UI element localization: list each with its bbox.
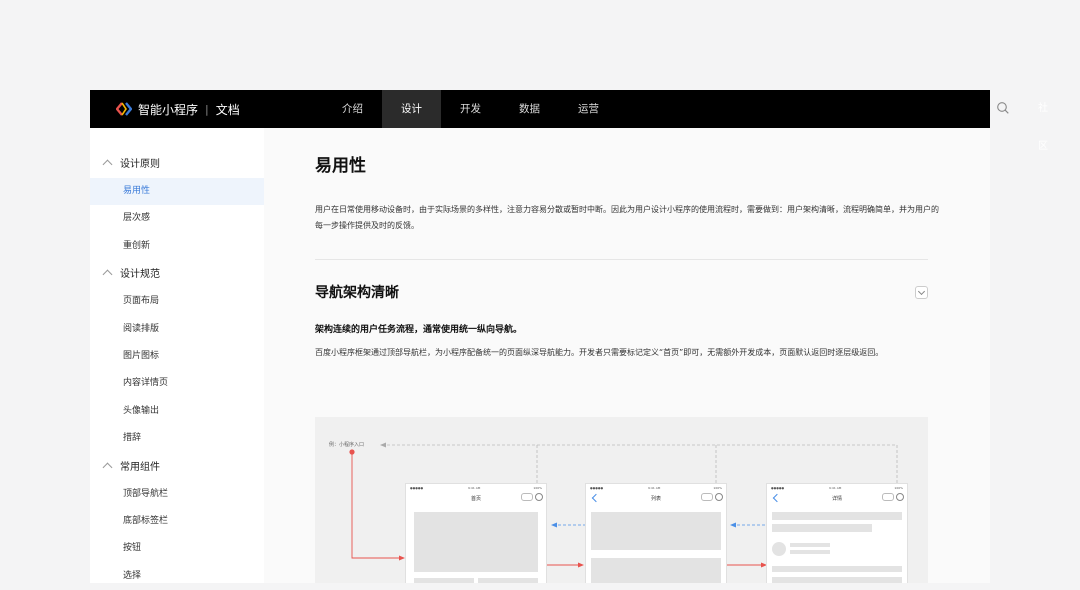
- sidebar-item-innovation[interactable]: 重创新: [90, 233, 264, 260]
- community-link[interactable]: 社区: [1038, 90, 1048, 166]
- main-nav: 介绍 设计 开发 数据 运营: [323, 90, 618, 128]
- section-description: 百度小程序框架通过顶部导航栏，为小程序配备统一的页面纵深导航能力。开发者只需要标…: [315, 348, 884, 357]
- search-icon[interactable]: [996, 101, 1010, 115]
- phone-mockup-detail: ●●●●● 9:41 AM 100% 详情: [766, 483, 908, 583]
- nav-item-data[interactable]: 数据: [500, 90, 559, 128]
- nav-item-develop[interactable]: 开发: [441, 90, 500, 128]
- phone-status-bar: ●●●●● 9:41 AM 100%: [590, 486, 722, 490]
- phone-mockup-list: ●●●●● 9:41 AM 100% 列表: [585, 483, 727, 583]
- sidebar-group-label: 设计规范: [120, 269, 160, 281]
- phone-time: 9:41 AM: [648, 486, 661, 490]
- section-subheading: 架构连续的用户任务流程，通常使用统一纵向导航。: [315, 325, 523, 335]
- close-icon: [896, 493, 904, 501]
- sidebar-group-components[interactable]: 常用组件: [90, 454, 264, 481]
- sidebar-item-wording[interactable]: 措辞: [90, 425, 264, 452]
- chevron-up-icon: [102, 159, 113, 170]
- sidebar-group-label: 设计原则: [120, 159, 160, 170]
- brand-logo[interactable]: 智能小程序 | 文档: [116, 101, 326, 118]
- more-icon: [521, 493, 533, 501]
- brand-separator: |: [205, 102, 209, 116]
- brand-logo-icon: [116, 102, 132, 116]
- sidebar-item-tab-bar[interactable]: 底部标签栏: [90, 508, 264, 535]
- sidebar-item-select[interactable]: 选择: [90, 563, 264, 590]
- phone-battery: 100%: [533, 486, 542, 490]
- close-icon: [535, 493, 543, 501]
- sidebar-item-button[interactable]: 按钮: [90, 535, 264, 562]
- sidebar-group-label: 常用组件: [120, 461, 160, 473]
- sidebar-item-usability[interactable]: 易用性: [90, 178, 264, 206]
- nav-item-operation[interactable]: 运营: [559, 90, 618, 128]
- more-icon: [882, 493, 894, 501]
- navigation-diagram: 例：小程序入口 ●●●●● 9:41 AM 100% 首页 ●●●●● 9:41…: [315, 417, 928, 583]
- nav-item-intro[interactable]: 介绍: [323, 90, 382, 128]
- sidebar-group-specs[interactable]: 设计规范: [90, 261, 264, 288]
- section-title: 导航架构清晰: [315, 285, 399, 301]
- sidebar-group-principles[interactable]: 设计原则: [90, 151, 264, 178]
- intro-paragraph: 用户在日常使用移动设备时，由于实际场景的多样性，注意力容易分散或暂时中断。因此为…: [315, 205, 939, 230]
- brand-name: 智能小程序: [138, 102, 199, 117]
- sidebar-item-hierarchy[interactable]: 层次感: [90, 205, 264, 232]
- chevron-up-icon: [102, 462, 113, 472]
- phone-time: 9:41 AM: [468, 486, 481, 490]
- sidebar-item-typography[interactable]: 阅读排版: [90, 316, 264, 343]
- divider: [315, 259, 928, 260]
- main-content: 易用性 用户在日常使用移动设备时，由于实际场景的多样性，注意力容易分散或暂时中断…: [264, 128, 990, 583]
- page-title: 易用性: [315, 156, 366, 176]
- sidebar-item-avatar[interactable]: 头像输出: [90, 398, 264, 425]
- more-icon: [701, 493, 713, 501]
- phone-mockup-home: ●●●●● 9:41 AM 100% 首页: [405, 483, 547, 583]
- sidebar-item-top-nav[interactable]: 顶部导航栏: [90, 481, 264, 508]
- close-icon: [715, 493, 723, 501]
- phone-time: 9:41 AM: [829, 486, 842, 490]
- sidebar-item-icons[interactable]: 图片图标: [90, 343, 264, 370]
- phone-battery: 100%: [894, 486, 903, 490]
- top-navbar: 智能小程序 | 文档 介绍 设计 开发 数据 运营 社区: [90, 90, 1048, 152]
- chevron-up-icon: [102, 269, 113, 280]
- phone-status-bar: ●●●●● 9:41 AM 100%: [771, 486, 903, 490]
- diagram-entry-label: 例：小程序入口: [329, 442, 365, 448]
- sidebar: 设计原则 易用性 层次感 重创新 设计规范 页面布局 阅读排版 图片图标 内容详…: [90, 128, 264, 583]
- sidebar-item-detail-page[interactable]: 内容详情页: [90, 370, 264, 397]
- brand-section: 文档: [215, 102, 240, 117]
- collapse-toggle-icon[interactable]: [915, 286, 928, 299]
- sidebar-item-layout[interactable]: 页面布局: [90, 288, 264, 315]
- phone-status-bar: ●●●●● 9:41 AM 100%: [410, 486, 542, 490]
- nav-item-design[interactable]: 设计: [382, 90, 441, 128]
- phone-battery: 100%: [713, 486, 722, 490]
